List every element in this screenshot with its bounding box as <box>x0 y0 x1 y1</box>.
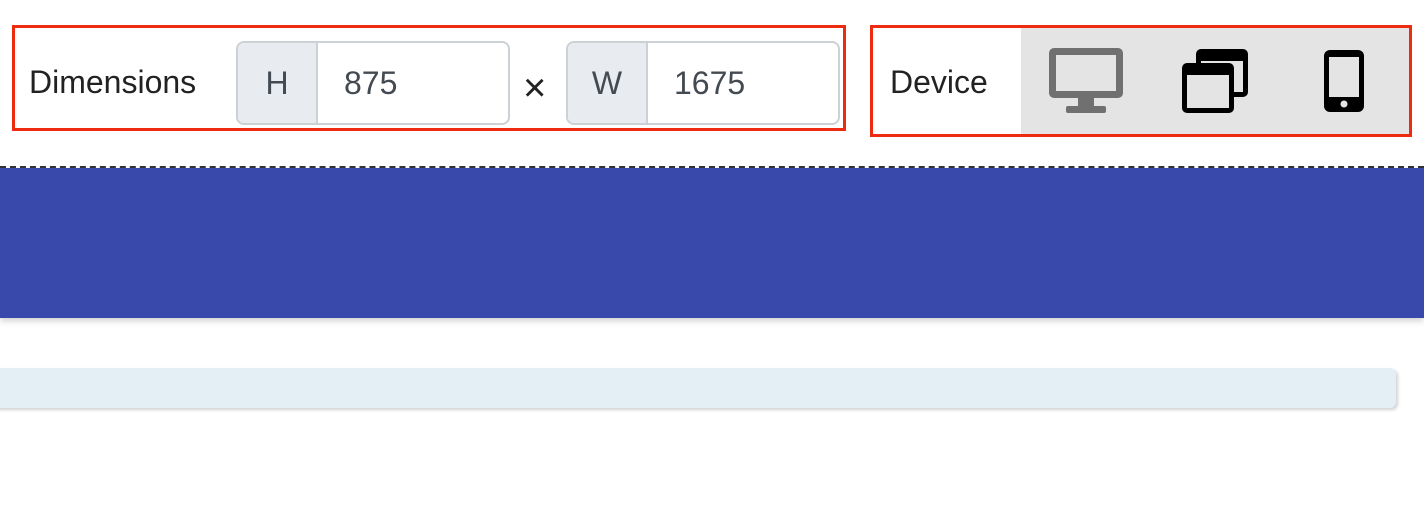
width-prefix: W <box>568 43 648 123</box>
preview-header-banner <box>0 168 1424 318</box>
dimensions-label: Dimensions <box>29 64 197 100</box>
mobile-device-button[interactable] <box>1294 36 1394 126</box>
device-group: Device <box>870 25 1412 137</box>
info-bar <box>0 368 1396 408</box>
tablet-device-button[interactable] <box>1165 36 1265 126</box>
width-input-group: W <box>566 41 840 125</box>
dimensions-group: Dimensions H × W <box>12 25 846 131</box>
mobile-phone-icon <box>1324 50 1365 112</box>
width-input[interactable] <box>648 43 838 123</box>
times-icon: × <box>523 66 547 110</box>
preview-toolbar: Dimensions H × W Device <box>0 0 1424 168</box>
desktop-device-button[interactable] <box>1036 36 1136 126</box>
height-input[interactable] <box>318 43 508 123</box>
height-prefix: H <box>238 43 318 123</box>
window-stack-icon <box>1181 49 1248 113</box>
device-switcher <box>1021 28 1409 134</box>
device-label: Device <box>890 64 988 100</box>
desktop-monitor-icon <box>1048 48 1123 113</box>
height-input-group: H <box>236 41 510 125</box>
preview-page: Dimensions H × W Device <box>0 0 1424 520</box>
